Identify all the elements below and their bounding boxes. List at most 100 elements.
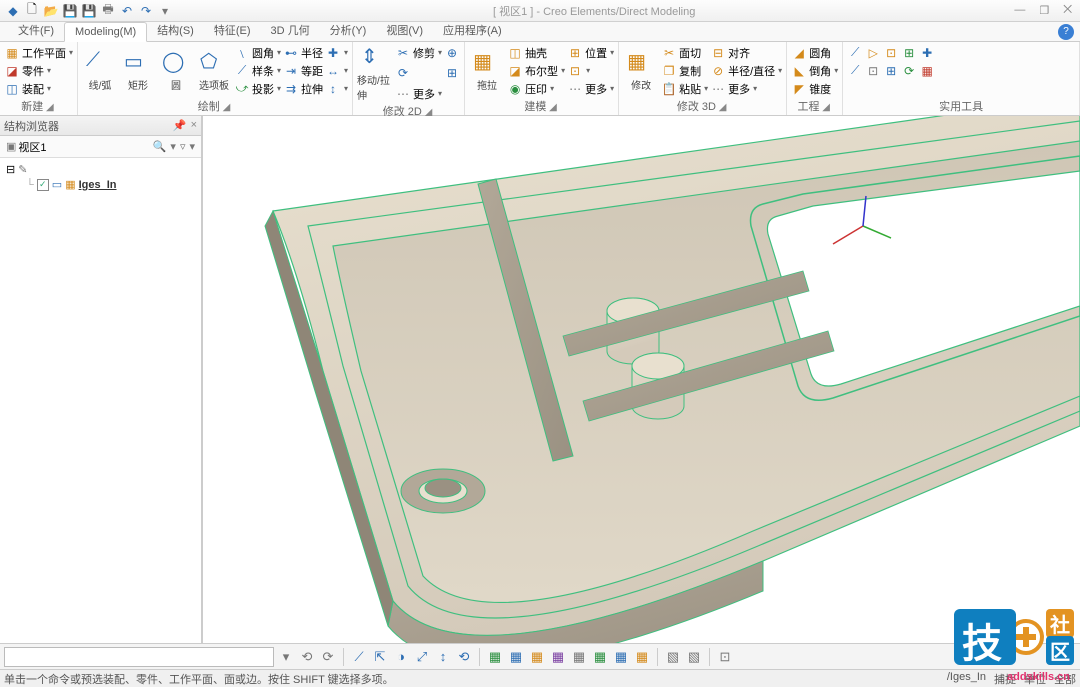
btn-boolean[interactable]: ◪布尔型▾ bbox=[507, 62, 565, 79]
tab-modeling[interactable]: Modeling(M) bbox=[64, 22, 147, 42]
pan-icon[interactable]: ↕ bbox=[434, 648, 452, 666]
tab-structure[interactable]: 结构(S) bbox=[147, 19, 204, 41]
btn-copy[interactable]: ❐复制 bbox=[661, 62, 708, 79]
btn-2d-b[interactable]: ⊞ bbox=[444, 65, 460, 82]
view-e-icon[interactable]: ▦ bbox=[570, 648, 588, 666]
creo-icon[interactable]: ◆ bbox=[4, 2, 22, 20]
btn-spline[interactable]: ⟋样条▾ bbox=[234, 62, 281, 79]
util-d-icon[interactable]: ⊞ bbox=[901, 45, 917, 61]
checkbox[interactable]: ✓ bbox=[37, 179, 49, 191]
status-path[interactable]: /Iges_In bbox=[947, 671, 986, 687]
btn-paste[interactable]: 📋粘贴▾ bbox=[661, 80, 708, 97]
help-button[interactable]: ? bbox=[1058, 24, 1074, 40]
zoom-icon[interactable]: ⤢ bbox=[413, 648, 431, 666]
viewport-3d[interactable] bbox=[203, 116, 1080, 663]
btn-taper[interactable]: ◤锥度 bbox=[791, 80, 838, 97]
select-edge-icon[interactable]: ⟋ bbox=[350, 648, 368, 666]
save-icon[interactable]: 💾 bbox=[61, 2, 79, 20]
btn-2d-a[interactable]: ⊕ bbox=[444, 44, 460, 61]
btn-radius[interactable]: ⊷半径 bbox=[283, 44, 323, 61]
btn-align[interactable]: ⊟对齐 bbox=[710, 44, 782, 61]
tab-file[interactable]: 文件(F) bbox=[8, 19, 64, 41]
btn-draw-c[interactable]: ↕▾ bbox=[325, 80, 348, 97]
saveall-icon[interactable]: 💾 bbox=[80, 2, 98, 20]
btn-more-model[interactable]: ⋯更多▾ bbox=[567, 80, 614, 97]
search-icon[interactable]: 🔍 bbox=[151, 140, 169, 153]
util-c-icon[interactable]: ⊡ bbox=[883, 45, 899, 61]
panel-close-icon[interactable]: × bbox=[191, 119, 197, 132]
btn-round3d[interactable]: ◢圆角 bbox=[791, 44, 838, 61]
btn-fillet2d[interactable]: ﹨圆角▾ bbox=[234, 44, 281, 61]
close-button[interactable]: ⨉ bbox=[1063, 4, 1072, 17]
tab-view[interactable]: 视图(V) bbox=[376, 19, 433, 41]
view-g-icon[interactable]: ▦ bbox=[612, 648, 630, 666]
tree-root[interactable]: ⊟ ✎ bbox=[6, 162, 195, 177]
util-e-icon[interactable]: ✚ bbox=[919, 45, 935, 61]
select-face-icon[interactable]: ⇱ bbox=[371, 648, 389, 666]
shade-a-icon[interactable]: ▧ bbox=[664, 648, 682, 666]
tab-apps[interactable]: 应用程序(A) bbox=[433, 19, 512, 41]
tab-feature[interactable]: 特征(E) bbox=[204, 19, 261, 41]
btn-move-stretch[interactable]: ⇕移动/拉伸 bbox=[357, 44, 393, 102]
dropdown-icon[interactable]: ▾ bbox=[168, 140, 178, 153]
qat-dropdown-icon[interactable]: ▾ bbox=[156, 2, 174, 20]
btn-draw-a[interactable]: ✚▾ bbox=[325, 44, 348, 61]
btn-trim[interactable]: ✂修剪▾ bbox=[395, 44, 442, 61]
select-part-icon[interactable]: ◑ bbox=[392, 648, 410, 666]
util-a-icon[interactable]: ⟋ bbox=[847, 45, 863, 61]
view-right-icon[interactable]: ▦ bbox=[549, 648, 567, 666]
view-front-icon[interactable]: ▦ bbox=[507, 648, 525, 666]
collapse-icon[interactable]: ⊟ bbox=[6, 163, 15, 176]
maximize-button[interactable]: ❐ bbox=[1039, 4, 1049, 17]
util-h-icon[interactable]: ⊞ bbox=[883, 63, 899, 79]
view-h-icon[interactable]: ▦ bbox=[633, 648, 651, 666]
nav-back-icon[interactable]: ⟲ bbox=[298, 648, 316, 666]
btn-offset[interactable]: ⇥等距 bbox=[283, 62, 323, 79]
btn-part[interactable]: ◪零件▾ bbox=[4, 62, 73, 79]
redo-icon[interactable]: ↷ bbox=[137, 2, 155, 20]
input-dropdown-icon[interactable]: ▾ bbox=[277, 648, 295, 666]
pin-icon[interactable]: 📌 bbox=[173, 119, 187, 132]
btn-assembly[interactable]: ◫装配▾ bbox=[4, 80, 73, 97]
btn-circle[interactable]: ◯圆 bbox=[158, 44, 194, 97]
view-f-icon[interactable]: ▦ bbox=[591, 648, 609, 666]
spin-icon[interactable]: ⟲ bbox=[455, 648, 473, 666]
open-icon[interactable]: 📂 bbox=[42, 2, 60, 20]
btn-more3d[interactable]: ⋯更多▾ bbox=[710, 80, 782, 97]
util-g-icon[interactable]: ⊡ bbox=[865, 63, 881, 79]
btn-more2d[interactable]: ⋯更多▾ bbox=[395, 85, 442, 102]
btn-stamp[interactable]: ◉压印▾ bbox=[507, 80, 565, 97]
btn-facecut[interactable]: ✂面切 bbox=[661, 44, 708, 61]
btn-shell[interactable]: ◫抽壳 bbox=[507, 44, 565, 61]
tree-item-iges[interactable]: └ ✓ ▭ ▦ Iges_In bbox=[6, 177, 195, 192]
minimize-button[interactable]: — bbox=[1014, 4, 1025, 17]
btn-project[interactable]: ⤻投影▾ bbox=[234, 80, 281, 97]
nav-fwd-icon[interactable]: ⟳ bbox=[319, 648, 337, 666]
btn-extend[interactable]: ⇉拉伸 bbox=[283, 80, 323, 97]
command-input[interactable] bbox=[4, 647, 274, 667]
util-f-icon[interactable]: ⟋ bbox=[847, 63, 863, 79]
btn-chamfer[interactable]: ◣倒角▾ bbox=[791, 62, 838, 79]
btn-position[interactable]: ⊞位置▾ bbox=[567, 44, 614, 61]
btn-model-b[interactable]: ⊡▾ bbox=[567, 62, 614, 79]
undo-icon[interactable]: ↶ bbox=[118, 2, 136, 20]
tab-3dgeom[interactable]: 3D 几何 bbox=[261, 19, 320, 41]
util-i-icon[interactable]: ⟳ bbox=[901, 63, 917, 79]
btn-workplane[interactable]: ▦工作平面▾ bbox=[4, 44, 73, 61]
shade-b-icon[interactable]: ▧ bbox=[685, 648, 703, 666]
tab-analysis[interactable]: 分析(Y) bbox=[320, 19, 377, 41]
btn-pull[interactable]: ▦拖拉 bbox=[469, 44, 505, 97]
panel-menu-icon[interactable]: ▾ bbox=[187, 140, 197, 153]
btn-rectangle[interactable]: ▭矩形 bbox=[120, 44, 156, 97]
print-icon[interactable]: 🖶 bbox=[99, 2, 117, 20]
view-iso-icon[interactable]: ▦ bbox=[486, 648, 504, 666]
new-icon[interactable]: 🗋 bbox=[23, 2, 41, 20]
btn-palette[interactable]: ⬠选项板 bbox=[196, 44, 232, 97]
btn-modify[interactable]: ▦修改 bbox=[623, 44, 659, 97]
util-b-icon[interactable]: ▷ bbox=[865, 45, 881, 61]
btn-raddia[interactable]: ⊘半径/直径▾ bbox=[710, 62, 782, 79]
btn-line-arc[interactable]: ⟋线/弧 bbox=[82, 44, 118, 97]
util-j-icon[interactable]: ▦ bbox=[919, 63, 935, 79]
view-top-icon[interactable]: ▦ bbox=[528, 648, 546, 666]
btn-draw-b[interactable]: ↔▾ bbox=[325, 62, 348, 79]
